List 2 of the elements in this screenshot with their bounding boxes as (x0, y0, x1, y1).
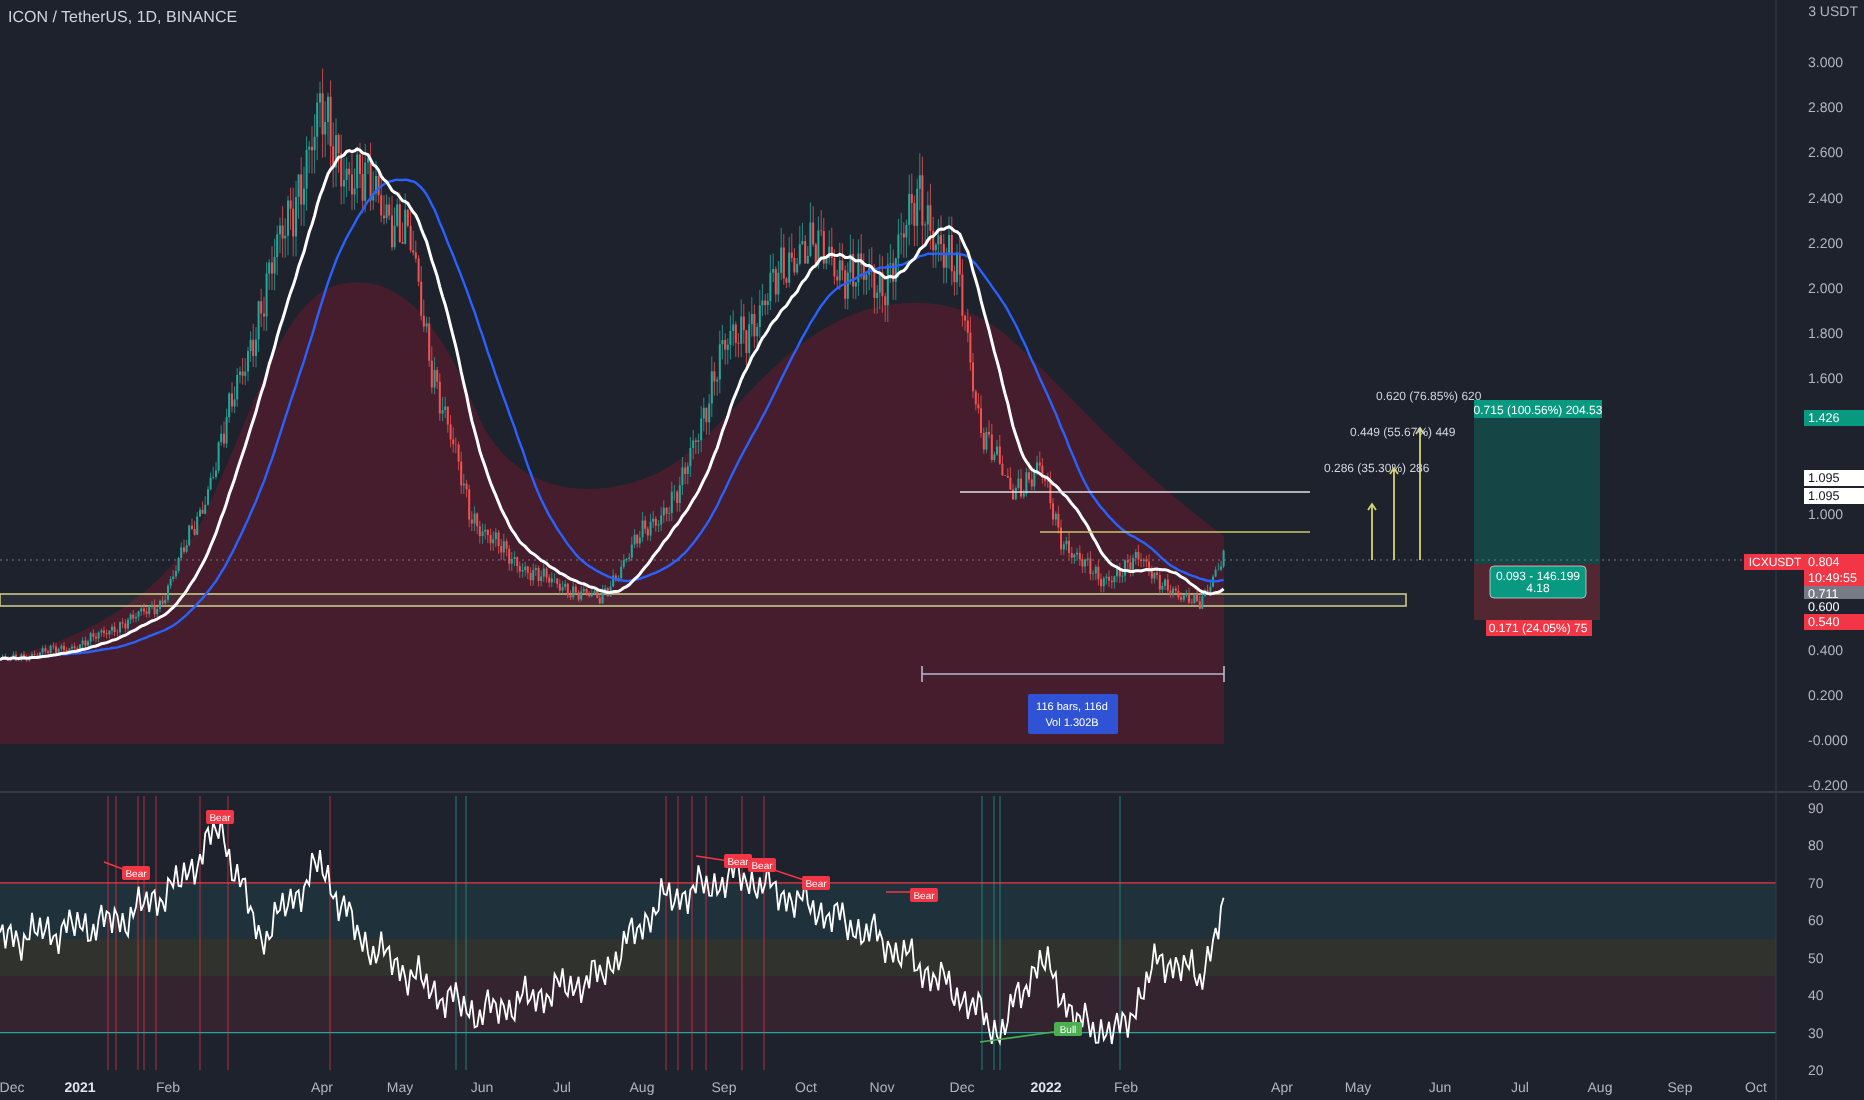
chart-title: ICON / TetherUS, 1D, BINANCE (8, 8, 238, 26)
arrow-icon (1367, 502, 1377, 561)
